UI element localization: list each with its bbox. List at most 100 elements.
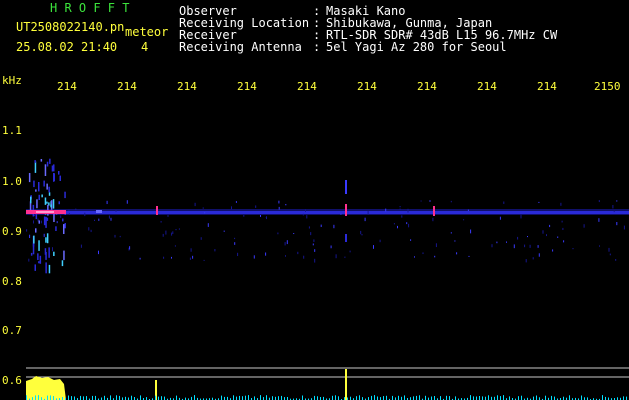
band-speckle <box>60 215 62 218</box>
noise-tick <box>71 396 72 400</box>
noise-tick <box>254 396 255 400</box>
noise-tick <box>86 396 87 400</box>
burst-streak <box>46 233 49 244</box>
noise-tick <box>446 395 447 400</box>
band-speckle <box>344 256 346 258</box>
band-speckle <box>399 206 401 208</box>
burst-streak <box>30 252 33 256</box>
band-speckle <box>171 232 173 236</box>
band-speckle <box>615 259 617 261</box>
noise-tick <box>35 395 36 400</box>
burst-streak <box>51 165 54 172</box>
noise-tick <box>533 396 534 400</box>
noise-tick <box>110 395 111 400</box>
band-speckle <box>599 245 600 247</box>
band-speckle <box>429 200 431 202</box>
burst-streak <box>48 264 51 274</box>
band-speckle <box>435 243 437 248</box>
band-speckle <box>297 251 299 255</box>
band-speckle <box>253 255 255 259</box>
burst-streak <box>41 194 43 198</box>
noise-tick <box>236 396 237 400</box>
program-title: H R O F F T <box>50 1 130 15</box>
meteor-head-core <box>36 211 54 213</box>
noise-tick <box>377 396 378 400</box>
noise-tick <box>239 395 240 400</box>
burst-streak <box>49 158 51 164</box>
x-tick: 214 <box>177 80 197 93</box>
band-speckle <box>303 255 305 259</box>
noise-tick <box>416 395 417 400</box>
band-speckle <box>231 206 232 210</box>
noise-tick <box>488 395 489 400</box>
band-speckle <box>330 245 332 249</box>
burst-streak <box>44 197 47 205</box>
band-speckle <box>214 249 216 252</box>
band-speckle <box>235 201 237 203</box>
band-speckle <box>335 254 337 259</box>
burst-streak <box>48 192 51 196</box>
burst-streak <box>34 161 37 173</box>
burst-streak <box>39 255 42 264</box>
band-speckle <box>608 247 610 252</box>
y-tick: 0.9 <box>2 225 22 238</box>
noise-tick <box>245 395 246 400</box>
noise-tick <box>248 395 249 400</box>
band-speckle <box>175 229 177 231</box>
band-speckle <box>406 222 408 225</box>
noise-tick <box>74 396 75 400</box>
burst-streak <box>55 226 57 231</box>
band-speckle <box>361 234 363 236</box>
band-speckle <box>407 208 409 213</box>
band-speckle <box>349 250 351 253</box>
noise-tick <box>398 395 399 400</box>
burst-streak <box>48 247 50 258</box>
band-speckle <box>560 202 562 206</box>
band-speckle <box>278 206 280 210</box>
x-tick: 214 <box>117 80 137 93</box>
noise-tick <box>164 396 165 400</box>
ping-mark <box>345 180 347 194</box>
band-speckle <box>410 239 412 241</box>
noise-tick <box>119 395 120 400</box>
band-speckle <box>37 218 39 222</box>
band-speckle <box>529 244 531 248</box>
y-tick: 0.7 <box>2 324 22 337</box>
band-speckle <box>612 205 614 209</box>
band-speckle <box>454 240 456 242</box>
noise-tick <box>317 396 318 400</box>
filename-label: UT2508022140.pn <box>16 20 125 34</box>
noise-tick <box>80 395 81 400</box>
band-speckle <box>265 252 267 256</box>
x-tick: 214 <box>417 80 437 93</box>
band-speckle <box>172 231 174 235</box>
band-speckle <box>364 217 366 222</box>
band-speckle <box>432 217 434 222</box>
band-speckle <box>68 213 70 215</box>
band-speckle <box>373 245 374 249</box>
band-speckle <box>616 200 618 202</box>
band-speckle <box>162 233 164 237</box>
burst-streak <box>43 216 46 226</box>
antenna-label: Receiving Antenna <box>179 40 302 54</box>
burst-streak <box>63 250 65 261</box>
band-speckle <box>33 220 34 224</box>
burst-streak <box>33 235 35 244</box>
band-speckle <box>524 244 526 248</box>
y-tick: 1.1 <box>2 124 22 137</box>
band-speckle <box>499 216 501 220</box>
noise-tick <box>413 396 414 400</box>
noise-tick <box>266 395 267 400</box>
burst-streak <box>38 194 40 200</box>
noise-tick <box>419 395 420 400</box>
band-speckle <box>463 219 465 221</box>
noise-tick <box>470 395 471 400</box>
band-speckle <box>450 232 452 234</box>
burst-streak <box>38 261 40 264</box>
band-speckle <box>106 200 108 205</box>
noise-tick <box>221 395 222 400</box>
band-speckle <box>139 257 141 260</box>
band-speckle <box>114 234 116 238</box>
burst-streak <box>58 201 60 205</box>
noise-tick <box>359 395 360 400</box>
